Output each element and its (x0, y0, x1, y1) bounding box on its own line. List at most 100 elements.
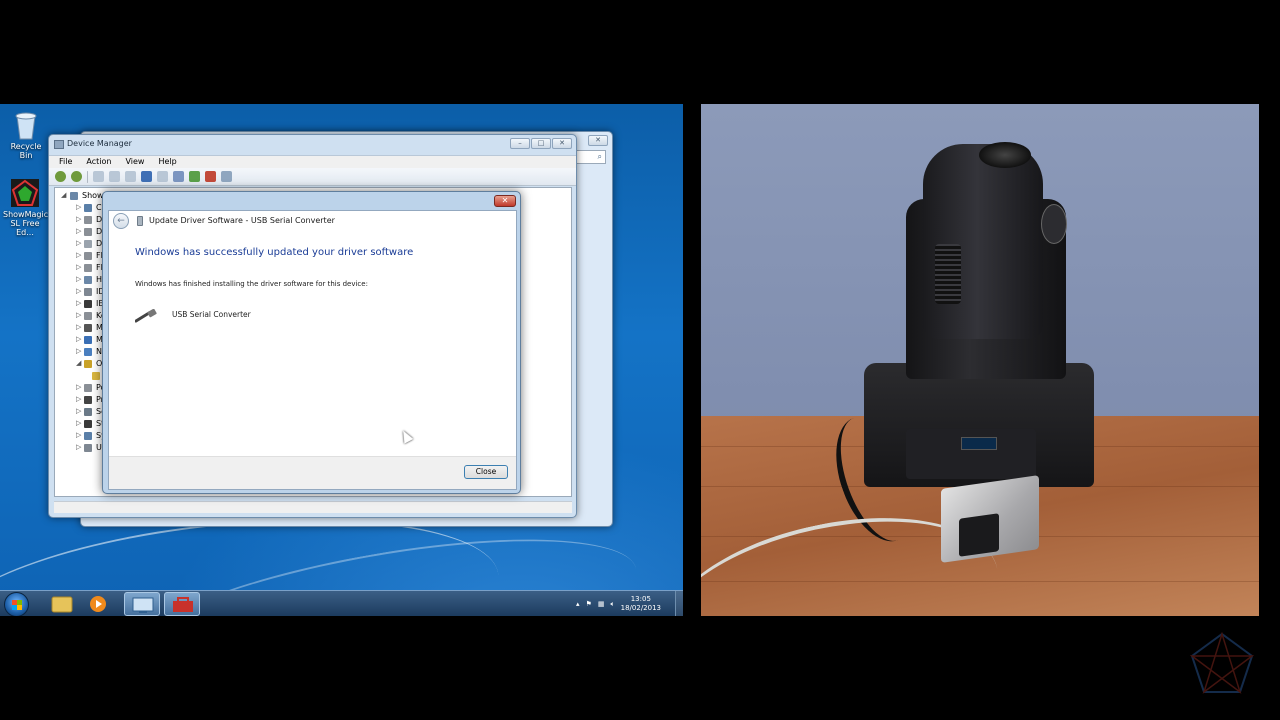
expand-arrow-icon[interactable]: ▷ (76, 431, 81, 439)
action-center-flag-icon[interactable]: ⚑ (586, 600, 592, 608)
device-name: USB Serial Converter (172, 310, 251, 319)
device-category-icon (84, 288, 92, 296)
volume-icon[interactable]: 🔈︎ (610, 600, 614, 609)
device-category-icon (84, 276, 92, 284)
device-category-icon (84, 240, 92, 248)
usb-cable-icon (135, 309, 157, 323)
showmagic-app-icon (11, 179, 39, 207)
update-driver-icon[interactable] (189, 171, 200, 182)
expand-arrow-icon[interactable]: ▷ (76, 311, 81, 319)
taskbar-device-manager[interactable] (124, 592, 160, 616)
device-category-icon (84, 408, 92, 416)
expand-arrow-icon[interactable]: ▷ (76, 215, 81, 223)
dialog-close-button[interactable]: ✕ (494, 195, 516, 207)
dialog-body: ← Update Driver Software - USB Serial Co… (108, 210, 517, 490)
device-category-icon (84, 228, 92, 236)
device-category-icon (84, 348, 92, 356)
expand-arrow-icon[interactable]: ▷ (76, 383, 81, 391)
usb-device-icon (137, 216, 143, 226)
dialog-footer: Close (109, 456, 516, 489)
desktop-icon-showmagic[interactable]: ShowMagic SL Free Ed... (3, 178, 48, 237)
device-manager-icon (132, 597, 154, 613)
taskbar-media-player[interactable] (82, 592, 118, 616)
device-category-icon (84, 432, 92, 440)
expand-arrow-icon[interactable]: ▷ (76, 299, 81, 307)
expand-arrow-icon[interactable]: ▷ (76, 275, 81, 283)
device-category-icon (84, 384, 92, 392)
expand-arrow-icon[interactable]: ▷ (76, 227, 81, 235)
windows-desktop: Recycle Bin ShowMagic SL Free Ed... ✕ ⌕ … (0, 104, 683, 616)
forward-arrow-icon[interactable] (71, 171, 82, 182)
taskbar-showmagic[interactable] (164, 592, 200, 616)
minimize-button[interactable]: – (510, 138, 530, 149)
scan-hardware-icon[interactable] (173, 171, 184, 182)
list-view-icon[interactable] (109, 171, 120, 182)
device-category-icon (84, 444, 92, 452)
menu-help[interactable]: Help (158, 157, 176, 168)
properties-view-icon[interactable] (93, 171, 104, 182)
expand-arrow-icon[interactable]: ▷ (76, 419, 81, 427)
close-icon[interactable]: ✕ (588, 135, 608, 146)
expand-arrow-icon[interactable]: ▷ (76, 239, 81, 247)
device-category-icon (84, 420, 92, 428)
device-category-icon (84, 252, 92, 260)
enable-device-icon[interactable] (221, 171, 232, 182)
details-view-icon[interactable] (125, 171, 136, 182)
close-button[interactable]: ✕ (552, 138, 572, 149)
toolbar (49, 168, 576, 186)
back-arrow-icon[interactable] (55, 171, 66, 182)
device-category-icon (92, 372, 100, 380)
device-category-icon (84, 360, 92, 368)
device-category-icon (84, 336, 92, 344)
device-category-icon (84, 264, 92, 272)
device-category-icon (84, 204, 92, 212)
update-driver-dialog[interactable]: ✕ ← Update Driver Software - USB Serial … (102, 191, 521, 494)
device-manager-titlebar[interactable]: Device Manager – □ ✕ (49, 135, 576, 155)
help-icon[interactable] (141, 171, 152, 182)
toolbox-icon (173, 597, 193, 612)
finished-message: Windows has finished installing the driv… (135, 280, 368, 288)
uninstall-icon[interactable] (205, 171, 216, 182)
expand-arrow-icon[interactable]: ▷ (76, 251, 81, 259)
computer-icon (70, 192, 78, 200)
expand-arrow-icon[interactable]: ▷ (76, 203, 81, 211)
taskbar: ▴ ⚑ ▦ 🔈︎ 13:05 18/02/2013 (0, 590, 683, 616)
close-button[interactable]: Close (464, 465, 508, 479)
showmagic-watermark-logo (1190, 632, 1254, 694)
success-heading: Windows has successfully updated your dr… (135, 247, 414, 258)
console-tree-icon[interactable] (157, 171, 168, 182)
collapse-arrow-icon[interactable]: ◢ (61, 191, 66, 199)
dialog-title: Update Driver Software - USB Serial Conv… (149, 216, 335, 225)
media-player-icon (90, 596, 106, 612)
start-button[interactable] (4, 592, 29, 616)
expand-arrow-icon[interactable]: ▷ (76, 323, 81, 331)
menu-action[interactable]: Action (86, 157, 111, 168)
back-button[interactable]: ← (113, 213, 129, 229)
expand-arrow-icon[interactable]: ▷ (76, 407, 81, 415)
expand-arrow-icon[interactable]: ▷ (76, 335, 81, 343)
window-title: Device Manager (67, 139, 132, 148)
expand-arrow-icon[interactable]: ▷ (76, 443, 81, 451)
expand-arrow-icon[interactable]: ▷ (76, 263, 81, 271)
recycle-bin-icon (15, 112, 37, 140)
camera-photo (701, 104, 1259, 616)
expand-arrow-icon[interactable]: ▷ (76, 395, 81, 403)
brand-badge (1041, 204, 1067, 244)
search-icon: ⌕ (597, 152, 602, 161)
clock[interactable]: 13:05 18/02/2013 (621, 595, 665, 613)
show-hidden-icons-icon[interactable]: ▴ (576, 600, 580, 608)
expand-arrow-icon[interactable]: ▷ (76, 347, 81, 355)
collapse-arrow-icon[interactable]: ◢ (76, 359, 81, 367)
network-icon[interactable]: ▦ (598, 600, 605, 608)
taskbar-explorer[interactable] (44, 592, 80, 616)
search-box[interactable]: ⌕ (576, 150, 606, 164)
desktop-icon-label: Recycle Bin (10, 142, 42, 160)
windows-logo-icon (12, 600, 22, 610)
desktop-icon-recycle-bin[interactable]: Recycle Bin (4, 110, 48, 160)
show-desktop-button[interactable] (675, 591, 683, 616)
maximize-button[interactable]: □ (531, 138, 551, 149)
expand-arrow-icon[interactable]: ▷ (76, 287, 81, 295)
menu-file[interactable]: File (59, 157, 72, 168)
device-category-icon (84, 300, 92, 308)
menu-view[interactable]: View (125, 157, 144, 168)
